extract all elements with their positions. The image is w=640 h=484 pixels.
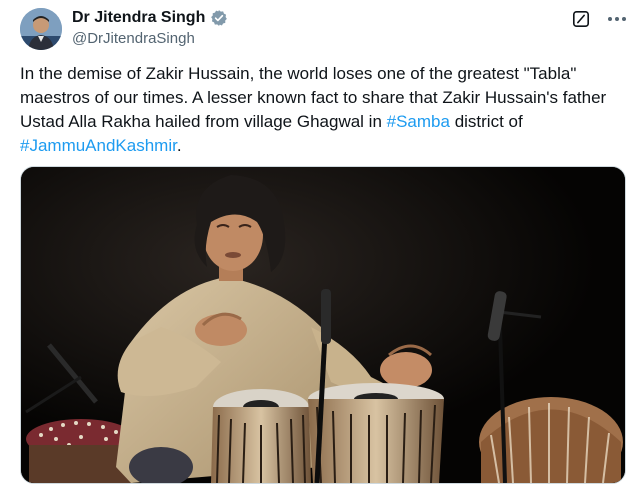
- tweet-text: In the demise of Zakir Hussain, the worl…: [20, 62, 610, 158]
- grok-icon[interactable]: [570, 8, 592, 30]
- tweet-header: Dr Jitendra Singh @DrJitendraSingh: [20, 8, 628, 50]
- tweet-actions: [570, 8, 628, 30]
- hashtag-samba[interactable]: #Samba: [387, 112, 450, 131]
- author-info: Dr Jitendra Singh @DrJitendraSingh: [72, 8, 228, 47]
- user-avatar[interactable]: [20, 8, 62, 50]
- hashtag-jammu-and-kashmir[interactable]: #JammuAndKashmir: [20, 136, 177, 155]
- display-name[interactable]: Dr Jitendra Singh: [72, 9, 205, 27]
- verified-badge-icon: [210, 9, 228, 27]
- tweet-media-photo[interactable]: [20, 166, 626, 484]
- tweet-text-part2: district of: [449, 112, 523, 131]
- user-handle[interactable]: @DrJitendraSingh: [72, 30, 228, 47]
- tweet-text-part3: .: [176, 136, 182, 155]
- display-name-row: Dr Jitendra Singh: [72, 8, 228, 28]
- more-icon[interactable]: [606, 8, 628, 30]
